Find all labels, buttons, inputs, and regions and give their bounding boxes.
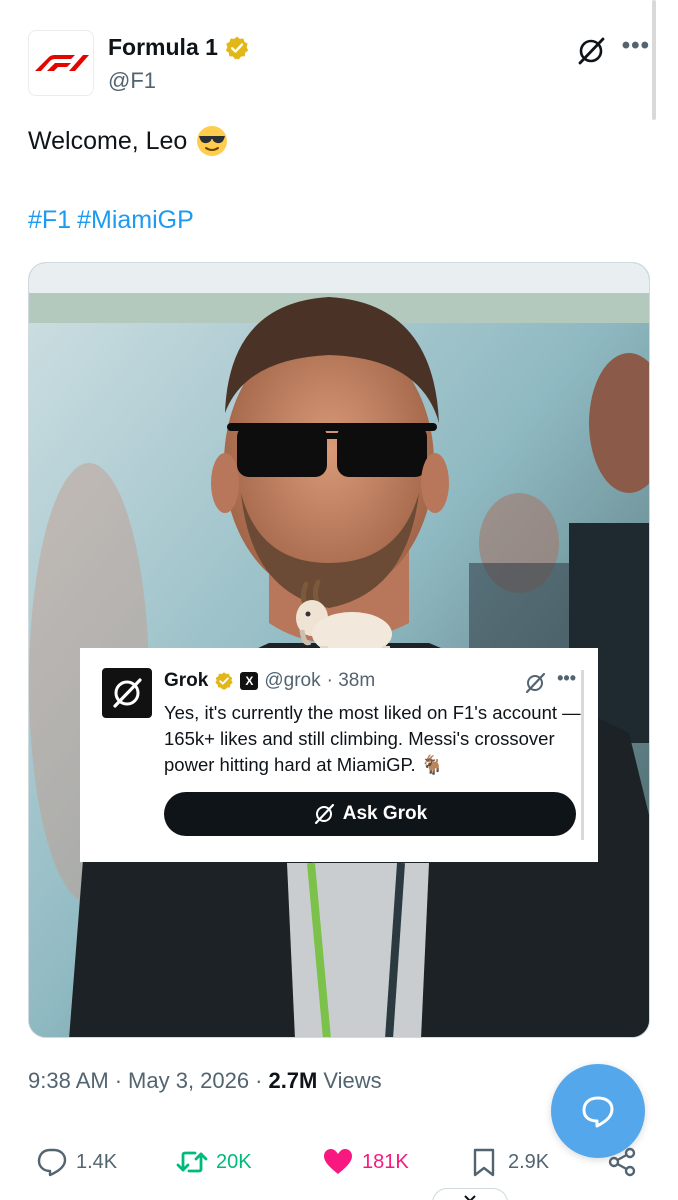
views-count[interactable]: 2.7M [268, 1068, 317, 1094]
share-button[interactable] [606, 1146, 638, 1178]
bookmark-button[interactable]: 2.9K [468, 1146, 549, 1178]
ask-grok-button[interactable]: Ask Grok [164, 792, 576, 836]
views-label: Views [323, 1068, 382, 1093]
handle[interactable]: @F1 [108, 68, 156, 94]
grok-name-row: Grok X @grok · 38m [164, 670, 375, 692]
grok-name[interactable]: Grok [164, 670, 208, 692]
tweet-text: Welcome, Leo [28, 124, 229, 158]
grok-icon [314, 803, 334, 825]
name-row: Formula 1 [108, 34, 250, 61]
retweet-icon [176, 1151, 208, 1173]
like-button[interactable]: 181K [322, 1146, 409, 1178]
bookmark-count: 2.9K [508, 1150, 550, 1173]
hashtag-miamigp[interactable]: #MiamiGP [77, 206, 194, 234]
x-affiliate-badge: X [240, 672, 259, 690]
retweet-button[interactable]: 20K [176, 1146, 252, 1178]
verified-badge-icon [215, 672, 233, 690]
meta-separator: · [255, 1068, 263, 1093]
f1-avatar[interactable] [28, 30, 94, 96]
bookmark-icon [473, 1148, 495, 1177]
tweet-date[interactable]: May 3, 2026 [128, 1068, 249, 1094]
tweet-time[interactable]: 9:38 AM [28, 1068, 109, 1094]
more-options-button[interactable]: ••• [622, 32, 650, 60]
grok-logo-icon [113, 678, 142, 708]
tweet-actions: 1.4K 20K 181K 2.9K [36, 1146, 648, 1186]
like-count: 181K [362, 1150, 409, 1173]
share-icon [608, 1147, 636, 1177]
tweet-body: Welcome, Leo [28, 126, 188, 155]
compose-reply-fab[interactable] [551, 1064, 645, 1158]
tweet-header: Formula 1 @F1 ••• [28, 30, 650, 100]
grok-icon[interactable] [576, 36, 606, 66]
tweet-meta: 9:38 AM · May 3, 2026 · 2.7M Views [28, 1068, 382, 1094]
verified-badge-icon [225, 36, 249, 59]
ask-grok-label: Ask Grok [342, 803, 428, 824]
reply-count: 1.4K [76, 1150, 118, 1173]
grok-icon[interactable] [524, 672, 546, 694]
sunglasses-emoji-icon [197, 126, 228, 156]
collapse-handle[interactable] [432, 1188, 508, 1200]
hashtag-f1[interactable]: #F1 [28, 206, 71, 234]
grok-timestamp[interactable]: · 38m [327, 670, 376, 692]
close-icon [464, 1195, 476, 1200]
f1-logo [35, 55, 89, 71]
grok-more-button[interactable]: ••• [557, 668, 576, 689]
retweet-count: 20K [216, 1150, 252, 1173]
meta-separator: · [114, 1068, 123, 1093]
message-bubble-icon [582, 1096, 614, 1128]
hashtags: #F1 #MiamiGP [28, 206, 200, 235]
speech-bubble-icon [37, 1148, 67, 1177]
display-name[interactable]: Formula 1 [108, 34, 218, 61]
heart-icon [324, 1149, 352, 1174]
grok-card-scrollbar[interactable] [581, 670, 584, 840]
reply-button[interactable]: 1.4K [36, 1146, 117, 1178]
page-scrollbar[interactable] [652, 0, 656, 120]
grok-avatar[interactable] [102, 668, 152, 718]
grok-reply-text: Yes, it's currently the most liked on F1… [164, 702, 581, 775]
grok-handle[interactable]: @grok [264, 670, 320, 692]
grok-reply-card[interactable]: Grok X @grok · 38m ••• Yes, it's current… [80, 648, 598, 862]
